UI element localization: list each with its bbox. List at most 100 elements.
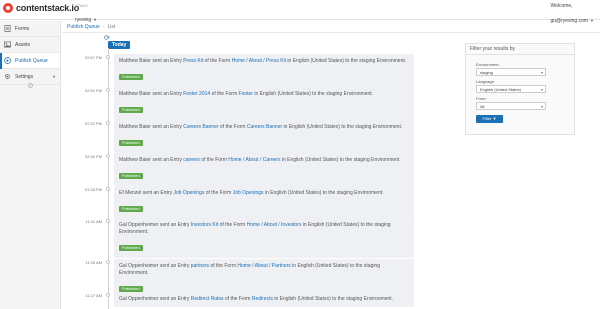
chevron-down-icon: ▾ [540,87,543,92]
entry-environment: staging [363,263,380,269]
entry-time: 02:54 PM [84,88,102,93]
entry-description: Gal Oppenheimer sent an Entry Redirect R… [119,296,394,302]
environment-value: staging [480,70,493,75]
sidebar-item-publish-queue[interactable]: Publish Queue [0,53,60,69]
gear-icon [4,73,11,80]
entry-language: English (United States) [259,91,311,97]
form-link[interactable]: Home / About / Partners [237,263,290,269]
forms-icon [4,25,11,32]
form-select[interactable]: All ▾ [476,102,546,110]
environment-select[interactable]: staging ▾ [476,68,546,76]
publish-entry-card: Gal Oppenheimer sent an Entry Investors … [114,218,414,258]
publish-entry-card: Matthew Baier sent an Entry careers of t… [114,153,414,186]
breadcrumb-separator: › [102,23,105,30]
welcome-text: Welcome, [550,3,573,9]
entry-user: Gal Oppenheimer [119,222,159,228]
entry-link[interactable]: Careers Banner [183,124,218,130]
entry-environment: staging [355,124,372,130]
entry-environment: staging [326,91,343,97]
entry-description: Gal Oppenheimer sent an Entry Investors … [119,222,391,235]
entry-link[interactable]: partners [191,263,209,269]
filter-panel: Filter your results by Environment: stag… [465,43,575,135]
entry-link[interactable]: Footer 2014 [183,91,210,97]
form-label: Form: [476,96,487,101]
entry-time: 01:28 PM [84,187,102,192]
entry-description: Matthew Baier sent an Entry careers of t… [119,157,401,163]
timeline-dot [106,154,110,158]
entry-language: English (United States) [308,222,360,228]
entry-language: English (United States) [297,263,349,269]
form-link[interactable]: Footer [239,91,253,97]
entry-time: 11:30 AM [85,260,102,265]
entry-environment: staging [374,222,391,228]
publish-entry-card: Matthew Baier sent an Entry Press Kit of… [114,54,414,87]
status-badge: Published [119,74,143,80]
form-link[interactable]: Redirects [252,296,273,302]
language-label: Language: [476,79,495,84]
filter-button[interactable]: Filter ▼ [476,115,503,123]
sidebar-item-forms[interactable]: Forms [0,21,60,37]
timeline-dot [106,88,110,92]
funnel-icon: ▼ [492,116,497,121]
entry-environment: staging [353,157,370,163]
entry-description: Ef Menzel sent an Entry Job Openings of … [119,190,384,196]
entry-link[interactable]: Redirect Rules [191,296,224,302]
form-link[interactable]: Job Openings [233,190,264,196]
breadcrumb-link-publish-queue[interactable]: Publish Queue [67,24,100,30]
timeline-dot [106,219,110,223]
entry-user: Matthew Baier [119,124,151,130]
entry-user: Ef Menzel [119,190,142,196]
entry-description: Matthew Baier sent an Entry Careers Bann… [119,124,403,130]
sidebar-item-assets[interactable]: Assets [0,37,60,53]
logo-text: contentstack.io [16,3,80,13]
entry-language: English (United States) [279,296,331,302]
entry-user: Matthew Baier [119,58,151,64]
entry-time: 11:31 AM [85,219,102,224]
entry-language: English (United States) [270,190,322,196]
entry-link[interactable]: Job Openings [173,190,204,196]
entry-time: 11:27 AM [85,293,102,298]
entry-description: Matthew Baier sent an Entry Press Kit of… [119,58,407,64]
entry-description: Gal Oppenheimer sent an Entry partners o… [119,263,380,276]
sidebar-item-label: Publish Queue [15,57,48,64]
status-badge: Published [119,206,143,212]
publish-entry-card: Ef Menzel sent an Entry Job Openings of … [114,186,414,219]
entry-time: 02:57 PM [84,55,102,60]
status-badge: Published [119,173,143,179]
entry-environment: staging [336,190,353,196]
assets-icon [4,41,11,48]
filter-title: Filter your results by [466,44,574,55]
entry-description: Matthew Baier sent an Entry Footer 2014 … [119,91,374,97]
timeline-dot [106,121,110,125]
logo[interactable]: contentstack.io [3,3,79,13]
timeline-dot [106,55,110,59]
form-link[interactable]: Careers Banner [247,124,282,130]
logo-icon [3,3,13,13]
sidebar-item-label: Assets [15,41,31,48]
chevron-down-icon: ▾ [540,104,543,109]
sidebar: Forms Assets Publish Queue Settings ▼ ‹ [0,21,61,309]
entry-link[interactable]: careers [183,157,200,163]
publish-entry-card: Gal Oppenheimer sent an Entry Redirect R… [114,292,414,307]
status-badge: Published [119,107,143,113]
chevron-down-icon: ▼ [52,74,56,79]
entry-link[interactable]: Investors Kit [191,222,219,228]
entry-link[interactable]: Press Kit [183,58,203,64]
collapse-sidebar-icon[interactable]: ‹ [28,83,33,88]
form-value: All [480,104,485,109]
language-select[interactable]: English (United States) ▾ [476,85,546,93]
entry-language: English (United States) [288,124,340,130]
form-link[interactable]: Home / About / Careers [228,157,280,163]
status-badge: Published [119,140,143,146]
form-link[interactable]: Home / About / Press Kit [232,58,286,64]
breadcrumb: Publish Queue › List [62,21,600,33]
sidebar-item-label: Settings [15,73,34,80]
entry-language: English (United States) [287,157,339,163]
status-badge: Published [119,245,143,251]
language-value: English (United States) [480,87,521,92]
timeline-dot [106,293,110,297]
entry-user: Gal Oppenheimer [119,263,159,269]
entry-user: Gal Oppenheimer [119,296,159,302]
entry-user: Matthew Baier [119,157,151,163]
form-link[interactable]: Home / About / Investors [247,222,302,228]
